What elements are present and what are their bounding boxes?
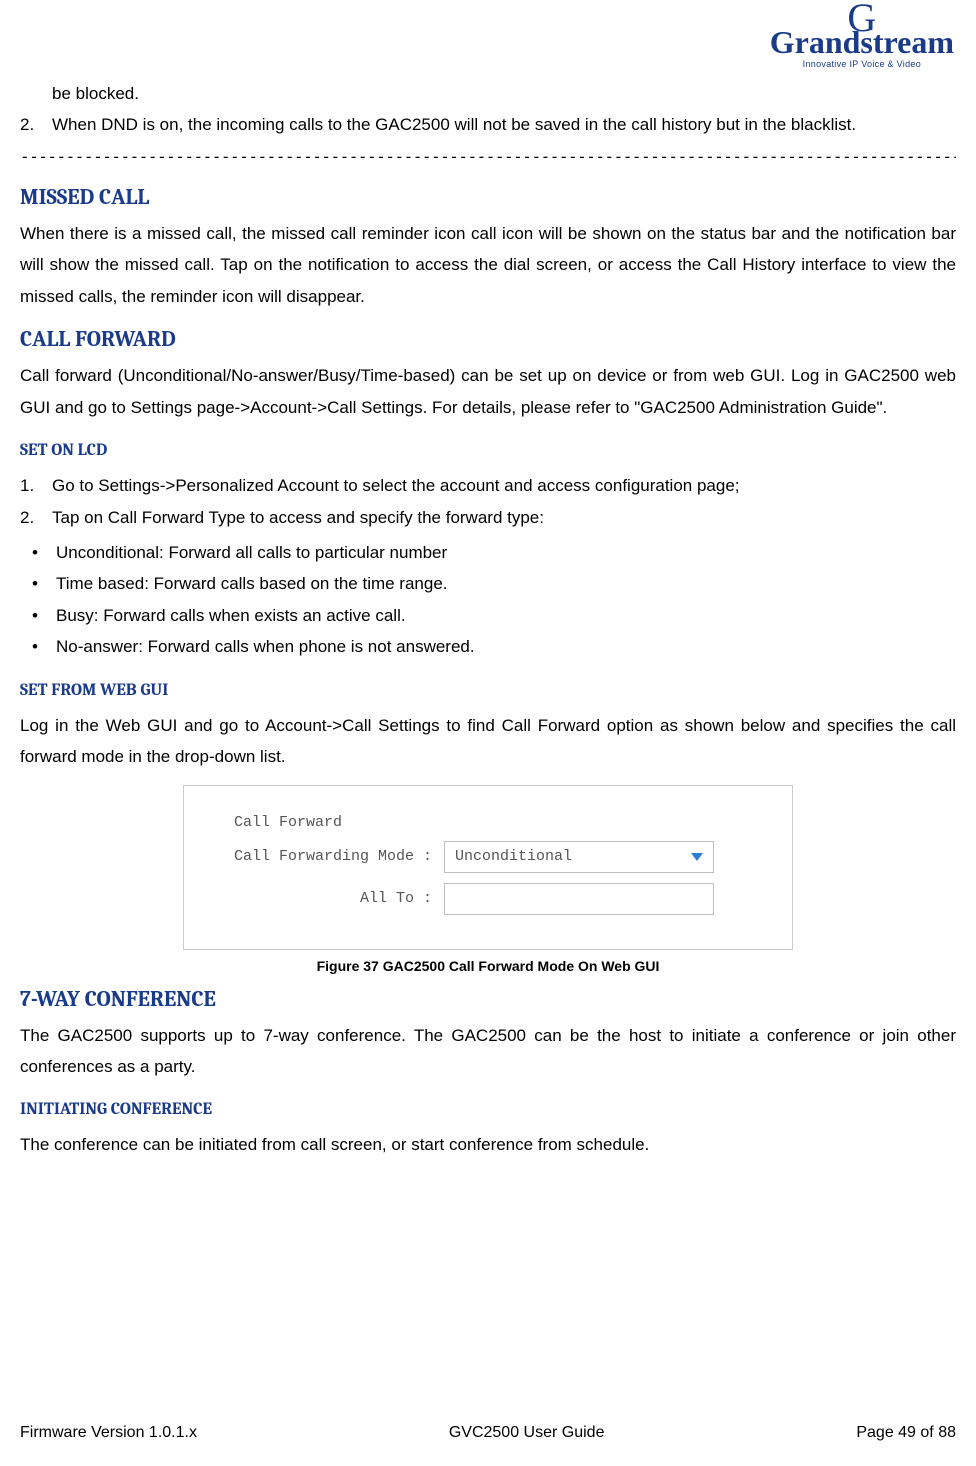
separator-dashes: ----------------------------------------… (20, 147, 956, 166)
fig-mode-label: Call Forwarding Mode : (184, 848, 444, 865)
heading-7way-conference: 7-WAY CONFERENCE (20, 986, 956, 1012)
fig-all-to-label: All To : (184, 890, 444, 907)
bullet-text: Time based: Forward calls based on the t… (56, 568, 448, 599)
list-text: Go to Settings->Personalized Account to … (52, 470, 956, 501)
heading-set-from-web-gui: SET FROM WEB GUI (20, 681, 956, 700)
call-forwarding-mode-select[interactable]: Unconditional (444, 841, 714, 873)
all-to-input[interactable] (444, 883, 714, 915)
bullet-text: Busy: Forward calls when exists an activ… (56, 600, 406, 631)
conference-body: The GAC2500 supports up to 7-way confere… (20, 1020, 956, 1083)
logo-tagline: Innovative IP Voice & Video (770, 59, 954, 69)
web-gui-body: Log in the Web GUI and go to Account->Ca… (20, 710, 956, 773)
page-footer: Firmware Version 1.0.1.x GVC2500 User Gu… (20, 1424, 956, 1442)
select-value: Unconditional (455, 848, 572, 865)
missed-call-body: When there is a missed call, the missed … (20, 218, 956, 312)
call-forward-body: Call forward (Unconditional/No-answer/Bu… (20, 360, 956, 423)
heading-set-on-lcd: SET ON LCD (20, 441, 956, 460)
figure-screenshot: Call Forward Call Forwarding Mode : Unco… (183, 785, 793, 950)
continuation-line-1: be blocked. (52, 78, 956, 109)
list-number: 2. (20, 109, 52, 140)
logo-text: Grandstream (770, 28, 954, 57)
list-number: 2. (20, 502, 52, 533)
footer-firmware: Firmware Version 1.0.1.x (20, 1424, 197, 1442)
brand-logo: G Grandstream Innovative IP Voice & Vide… (770, 8, 954, 69)
bullet-icon: • (32, 600, 56, 631)
bullet-icon: • (32, 631, 56, 662)
initiating-body: The conference can be initiated from cal… (20, 1129, 956, 1160)
bullet-text: No-answer: Forward calls when phone is n… (56, 631, 475, 662)
heading-call-forward: CALL FORWARD (20, 326, 956, 352)
heading-initiating-conference: INITIATING CONFERENCE (20, 1100, 956, 1119)
figure-caption: Figure 37 GAC2500 Call Forward Mode On W… (183, 958, 793, 974)
fig-heading: Call Forward (184, 814, 444, 831)
footer-doc-title: GVC2500 User Guide (449, 1424, 605, 1442)
heading-missed-call: MISSED CALL (20, 184, 956, 210)
bullet-text: Unconditional: Forward all calls to part… (56, 537, 447, 568)
bullet-icon: • (32, 568, 56, 599)
list-text: Tap on Call Forward Type to access and s… (52, 502, 956, 533)
list-text: When DND is on, the incoming calls to th… (52, 109, 956, 140)
list-number: 1. (20, 470, 52, 501)
footer-page-number: Page 49 of 88 (856, 1424, 956, 1442)
chevron-down-icon (691, 853, 703, 861)
bullet-icon: • (32, 537, 56, 568)
